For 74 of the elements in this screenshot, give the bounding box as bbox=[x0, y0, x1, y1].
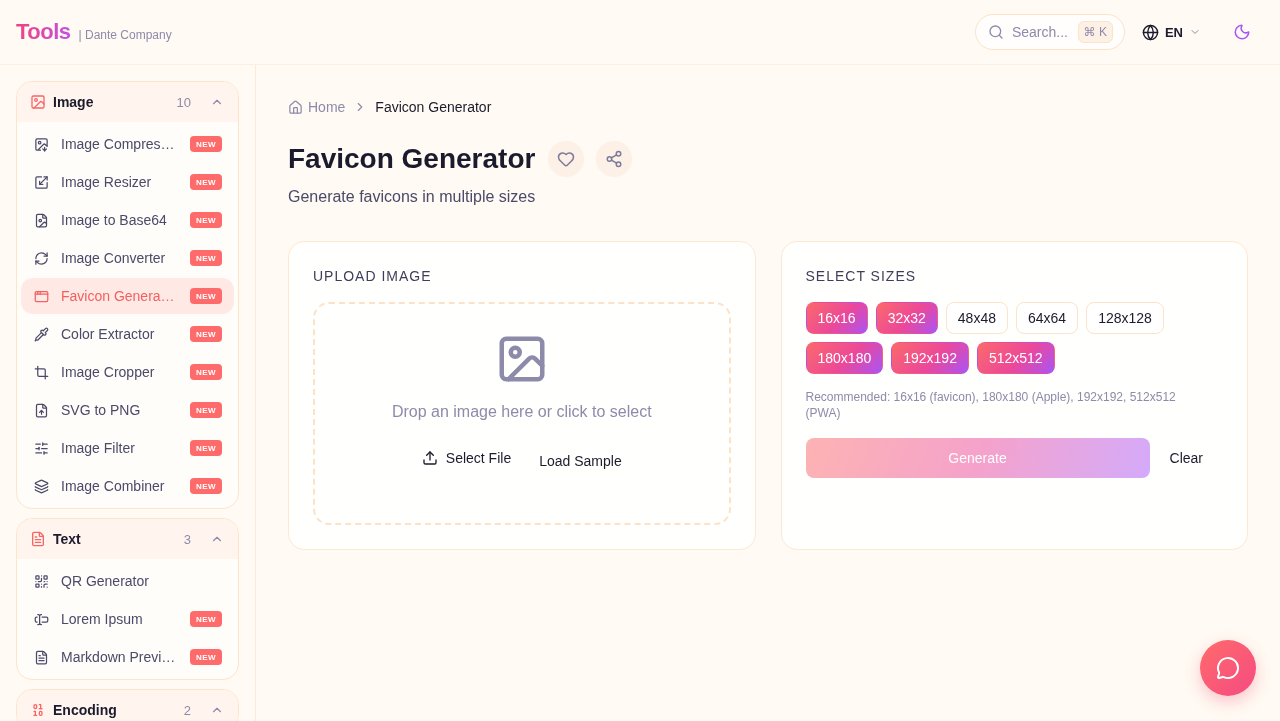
load-sample-button[interactable]: Load Sample bbox=[527, 443, 634, 479]
new-badge: NEW bbox=[190, 250, 222, 266]
new-badge: NEW bbox=[190, 212, 222, 228]
sidebar-item[interactable]: Image Compres… NEW bbox=[21, 126, 234, 162]
image-arrow-icon bbox=[34, 136, 49, 152]
sidebar-item[interactable]: Image Combiner NEW bbox=[21, 468, 234, 504]
file-image-icon bbox=[34, 212, 49, 228]
page-subtitle: Generate favicons in multiple sizes bbox=[288, 187, 537, 207]
shortcut-hint: ⌘ K bbox=[1077, 21, 1113, 43]
heart-icon bbox=[557, 150, 576, 168]
language-selector[interactable]: EN bbox=[1133, 17, 1209, 47]
crop-icon bbox=[34, 364, 49, 380]
new-badge: NEW bbox=[190, 478, 222, 494]
refresh-icon bbox=[34, 250, 49, 266]
sidebar-item[interactable]: Image Cropper NEW bbox=[21, 354, 234, 390]
sidebar-item[interactable]: SVG to PNG NEW bbox=[21, 392, 234, 428]
binary-digits-icon bbox=[30, 702, 46, 718]
size-option[interactable]: 48x48 bbox=[945, 302, 1008, 334]
sliders-icon bbox=[34, 440, 49, 456]
sidebar-item[interactable]: Image Resizer NEW bbox=[21, 164, 234, 200]
share-icon bbox=[605, 150, 624, 168]
sidebar-item[interactable]: Markdown Previ… NEW bbox=[21, 639, 234, 675]
document-icon bbox=[30, 531, 46, 547]
item-count: 2 bbox=[183, 702, 191, 718]
breadcrumb-current: Favicon Generator bbox=[375, 99, 492, 115]
favorite-button[interactable] bbox=[548, 141, 585, 177]
size-option[interactable]: 128x128 bbox=[1086, 302, 1164, 334]
company-name: | Dante Company bbox=[78, 28, 172, 42]
new-badge: NEW bbox=[190, 440, 222, 456]
new-badge: NEW bbox=[190, 174, 222, 190]
category-header[interactable]: Encoding 2 bbox=[17, 690, 238, 721]
category-header[interactable]: Text 3 bbox=[17, 519, 238, 559]
new-badge: NEW bbox=[190, 611, 222, 627]
text-cursor-icon bbox=[34, 611, 49, 627]
home-icon bbox=[288, 99, 303, 115]
item-count: 10 bbox=[176, 94, 191, 110]
search-icon bbox=[987, 24, 1004, 40]
page-title: Favicon Generator bbox=[288, 142, 536, 176]
dropzone[interactable]: Drop an image here or click to select Select File Load Sample bbox=[313, 302, 731, 525]
square-arrow-icon bbox=[34, 174, 49, 190]
new-badge: NEW bbox=[190, 288, 222, 304]
globe-icon bbox=[1141, 23, 1159, 41]
sidebar-item[interactable]: Image Converter NEW bbox=[21, 240, 234, 276]
select-file-button[interactable]: Select File bbox=[409, 440, 524, 476]
qr-code-icon bbox=[34, 573, 49, 589]
item-count: 3 bbox=[183, 531, 191, 547]
upload-icon bbox=[421, 450, 438, 466]
file-upload-icon bbox=[34, 402, 49, 418]
new-badge: NEW bbox=[190, 364, 222, 380]
document-icon bbox=[34, 649, 49, 665]
section-heading: SELECT SIZES bbox=[805, 267, 918, 286]
recommendation-note: Recommended: 16x16 (favicon), 180x180 (Apple), 192x192, 512x512 (PWA) bbox=[805, 389, 1177, 421]
pipette-icon bbox=[34, 326, 49, 342]
browser-window-icon bbox=[34, 288, 49, 304]
chat-button[interactable] bbox=[1200, 640, 1256, 696]
sidebar-item[interactable]: Lorem Ipsum NEW bbox=[21, 601, 234, 637]
share-button[interactable] bbox=[596, 141, 633, 177]
new-badge: NEW bbox=[190, 649, 222, 665]
size-option[interactable]: 64x64 bbox=[1015, 302, 1079, 334]
sidebar-item[interactable]: Color Extractor NEW bbox=[21, 316, 234, 352]
moon-icon bbox=[1233, 23, 1251, 41]
sidebar-item[interactable]: QR Generator bbox=[21, 563, 234, 599]
sidebar-item[interactable]: Image to Base64 NEW bbox=[21, 202, 234, 238]
section-heading: UPLOAD IMAGE bbox=[313, 267, 433, 286]
image-icon bbox=[30, 94, 46, 110]
layers-icon bbox=[34, 478, 49, 494]
new-badge: NEW bbox=[190, 402, 222, 418]
dropzone-prompt: Drop an image here or click to select bbox=[391, 402, 652, 422]
sidebar-item[interactable]: Image Filter NEW bbox=[21, 430, 234, 466]
new-badge: NEW bbox=[190, 326, 222, 342]
category-header[interactable]: Image 10 bbox=[17, 82, 238, 122]
clear-button[interactable]: Clear bbox=[1149, 438, 1223, 478]
new-badge: NEW bbox=[190, 136, 222, 152]
chat-bubble-icon bbox=[1216, 656, 1240, 680]
